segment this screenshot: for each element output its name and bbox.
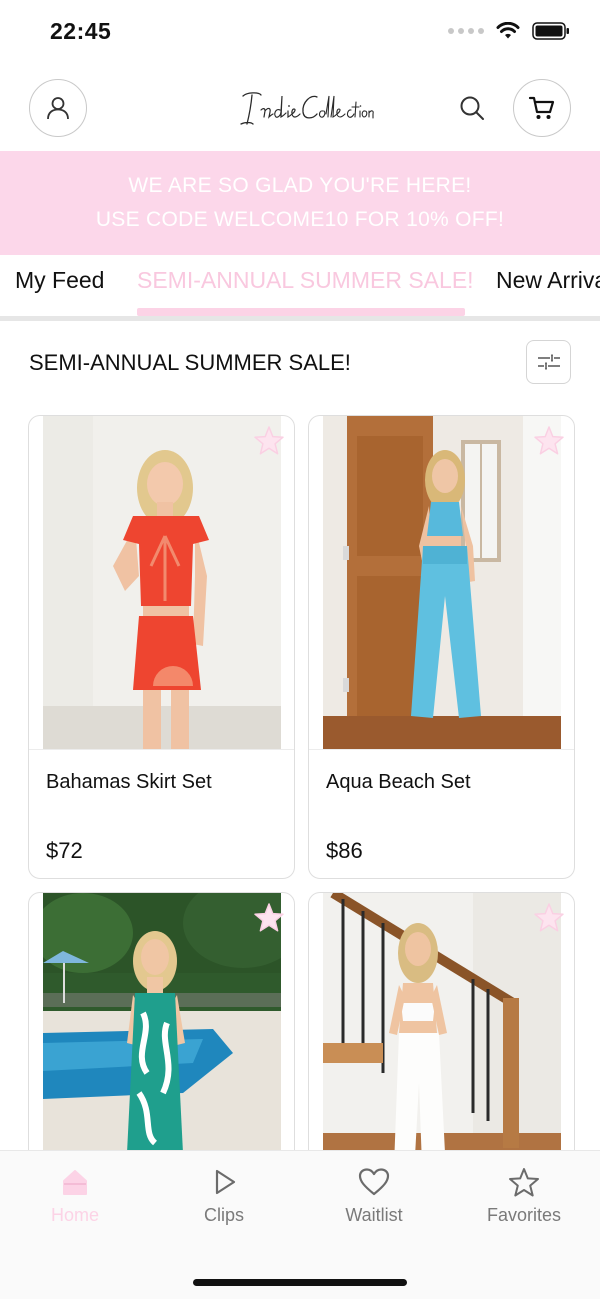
promo-line-2: USE CODE WELCOME10 FOR 10% OFF!	[95, 208, 505, 231]
nav-clips[interactable]: Clips	[164, 1167, 284, 1226]
product-price: $86	[326, 838, 363, 863]
app-header	[0, 76, 600, 140]
promo-line-1: WE ARE SO GLAD YOU'RE HERE!	[128, 174, 472, 197]
category-tabs: My Feed SEMI-ANNUAL SUMMER SALE! New Arr…	[0, 255, 600, 318]
search-icon	[460, 96, 484, 120]
play-icon	[215, 1169, 236, 1195]
cellular-signal-icon	[448, 28, 484, 34]
status-icons	[448, 22, 570, 40]
product-name[interactable]: Aqua Beach Set	[326, 771, 471, 794]
bottom-nav: Home Clips Waitlist Favorites	[0, 1150, 600, 1299]
product-image[interactable]	[323, 893, 561, 1191]
favorite-star-icon[interactable]	[252, 901, 286, 935]
cart-icon	[528, 96, 555, 119]
status-bar: 22:45	[0, 0, 600, 66]
card-divider	[29, 749, 294, 750]
nav-home-label: Home	[50, 1205, 99, 1225]
section-title: SEMI-ANNUAL SUMMER SALE!	[29, 350, 351, 375]
nav-waitlist-label: Waitlist	[345, 1205, 403, 1225]
card-divider	[309, 749, 574, 750]
product-card[interactable]: Bahamas Skirt Set $72	[28, 415, 295, 879]
cart-button[interactable]	[513, 79, 571, 137]
nav-home[interactable]: Home	[15, 1167, 135, 1226]
product-card[interactable]: Aqua Beach Set $86	[308, 415, 575, 879]
tab-new-arrivals[interactable]: New Arrivals	[496, 267, 600, 294]
nav-favorites[interactable]: Favorites	[464, 1167, 584, 1226]
favorite-star-icon[interactable]	[532, 901, 566, 935]
tabs-divider	[0, 316, 600, 321]
product-price: $72	[46, 838, 83, 863]
sliders-icon	[537, 354, 560, 370]
user-icon	[47, 97, 69, 120]
product-image[interactable]	[43, 416, 281, 749]
product-name[interactable]: Bahamas Skirt Set	[46, 771, 212, 794]
home-icon	[63, 1170, 87, 1195]
home-indicator	[193, 1279, 407, 1286]
search-button[interactable]	[455, 91, 489, 125]
account-button[interactable]	[29, 79, 87, 137]
promo-banner[interactable]: WE ARE SO GLAD YOU'RE HERE! USE CODE WEL…	[0, 151, 600, 255]
filter-button[interactable]	[526, 340, 571, 384]
brand-logo-wordmark	[240, 92, 374, 125]
nav-waitlist[interactable]: Waitlist	[314, 1167, 434, 1226]
product-image[interactable]	[43, 893, 281, 1191]
wifi-icon	[496, 22, 520, 39]
product-image[interactable]	[323, 416, 561, 749]
star-icon	[509, 1168, 539, 1197]
battery-icon	[532, 22, 569, 40]
product-card[interactable]	[308, 892, 575, 1192]
active-tab-indicator	[137, 308, 465, 316]
nav-favorites-label: Favorites	[486, 1205, 562, 1225]
tab-semi-annual-summer-sale[interactable]: SEMI-ANNUAL SUMMER SALE!	[137, 267, 474, 294]
heart-icon	[358, 1168, 390, 1196]
product-card[interactable]	[28, 892, 295, 1192]
status-time: 22:45	[50, 18, 112, 44]
nav-clips-label: Clips	[203, 1205, 244, 1225]
tab-my-feed[interactable]: My Feed	[15, 267, 104, 294]
favorite-star-icon[interactable]	[252, 424, 286, 458]
favorite-star-icon[interactable]	[532, 424, 566, 458]
brand-logo[interactable]	[220, 84, 380, 134]
